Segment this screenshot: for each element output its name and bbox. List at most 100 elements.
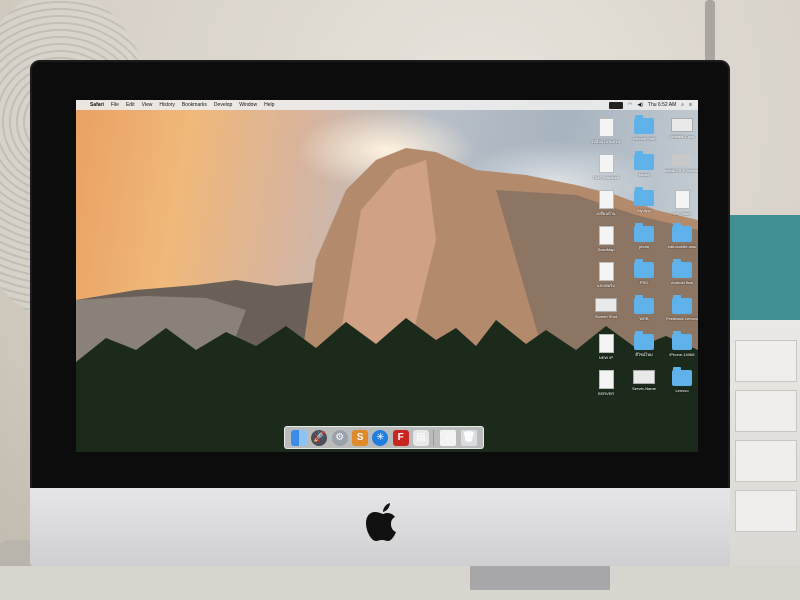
doc-icon xyxy=(674,190,690,209)
drawer-cabinet xyxy=(728,320,800,600)
folder-icon xyxy=(634,259,654,278)
menu-extras: ◠ ◀) Thu 6:52 AM ⌕ ≡ xyxy=(609,101,698,109)
folder-icon xyxy=(634,115,654,134)
desktop-icon-label: Install OS X Mavericks xyxy=(664,168,698,173)
shot-icon xyxy=(595,298,617,312)
menu-help[interactable]: Help xyxy=(264,102,274,108)
dock-finder-icon[interactable] xyxy=(291,429,308,446)
dock-sublime-icon[interactable]: S xyxy=(352,429,369,446)
volume-icon[interactable]: ◀) xyxy=(637,102,643,108)
desktop-icon-label: ดีไซน์ใหม่ xyxy=(635,352,653,357)
desktop-icon-folder[interactable]: My App xyxy=(626,187,662,213)
doc-icon xyxy=(598,370,614,389)
folder-icon xyxy=(634,295,654,314)
dock-separator xyxy=(433,429,435,446)
desktop-icon-shot[interactable]: Server-Name xyxy=(626,370,662,391)
desktop-screen: Safari File Edit View History Bookmarks … xyxy=(76,100,698,452)
dock-safari-icon[interactable]: ✳ xyxy=(372,429,389,446)
menu-view[interactable]: View xyxy=(142,102,153,108)
folder-icon xyxy=(634,331,654,350)
search-icon[interactable]: ⌕ xyxy=(681,102,684,108)
folder-icon xyxy=(672,367,692,386)
desktop-icon-doc[interactable]: SERVER xyxy=(588,370,624,396)
menu-app-name[interactable]: Safari xyxy=(90,102,104,108)
folder-icon xyxy=(672,331,692,350)
doc-icon xyxy=(598,118,614,137)
desktop-icon-folder[interactable]: WEB xyxy=(626,295,662,321)
menu-develop[interactable]: Develop xyxy=(214,102,232,108)
desktop-icon-label: Lenovo Stuff xyxy=(632,136,656,141)
dock-trash-icon[interactable]: 🗑 xyxy=(460,429,477,446)
desktop-icon-doc[interactable]: เปลี่ยนโปรแกรม xyxy=(588,118,624,144)
desktop-icon-label: Screen Shot xyxy=(594,314,617,319)
battery-icon[interactable] xyxy=(609,101,624,109)
desktop-icon-folder[interactable]: Android flow xyxy=(664,259,698,285)
imac-stand xyxy=(470,566,610,590)
dock-launchpad-icon[interactable]: 🚀 xyxy=(311,429,328,446)
menu-bookmarks[interactable]: Bookmarks xyxy=(182,102,207,108)
desktop-icon-label: Android flow xyxy=(670,280,693,285)
desktop-icon-folder[interactable]: iPhone-14068 xyxy=(664,331,698,357)
desktop-icon-label: เปลี่ยนบ้าน xyxy=(596,211,616,216)
desktop-icon-grid: เปลี่ยนโปรแกรม Lenovo Stuff Untitled-1.psd… xyxy=(588,115,698,408)
teal-box xyxy=(728,215,800,325)
desktop-icon-doc[interactable]: OS_Store xyxy=(664,190,698,216)
doc-icon xyxy=(598,226,614,245)
dock-prefs-icon[interactable]: ⚙ xyxy=(331,429,348,446)
desktop-icon-doc[interactable]: เปลี่ยนบ้าน xyxy=(588,190,624,216)
desktop-icon-dmg[interactable]: Install OS X Mavericks xyxy=(664,154,698,173)
desktop-icon-label: ScanMap xyxy=(597,247,615,252)
dock-preview-icon[interactable]: ▤ xyxy=(412,429,429,446)
drawer xyxy=(735,440,797,482)
desktop-icon-label: CMS Structure xyxy=(592,175,620,180)
menu-bar: Safari File Edit View History Bookmarks … xyxy=(76,100,698,110)
doc-icon xyxy=(598,190,614,209)
desktop-icon-label: SERVER xyxy=(597,391,615,396)
desktop-icon-label: WEB xyxy=(639,316,649,321)
desktop-icon-folder[interactable]: edit-bundle-mac xyxy=(664,223,698,249)
desktop-icon-folder[interactable]: photo xyxy=(626,223,662,249)
desktop-icon-folder[interactable]: ดีไซน์ใหม่ xyxy=(626,331,662,357)
desktop-icon-label: iPhone-14068 xyxy=(669,352,695,357)
desktop-icon-doc[interactable]: CMS Structure xyxy=(588,154,624,180)
folder-icon xyxy=(672,295,692,314)
folder-icon xyxy=(672,223,692,242)
dock-downloads-icon[interactable]: ↓ xyxy=(438,428,457,447)
drawer xyxy=(735,490,797,532)
menu-file[interactable]: File xyxy=(111,102,119,108)
desktop-icon-doc[interactable]: แบบฟอร์ม xyxy=(588,262,624,288)
desktop-icon-shot[interactable]: Screen Shot xyxy=(588,298,624,319)
folder-icon xyxy=(634,223,654,242)
shot-icon xyxy=(671,118,693,132)
menu-edit[interactable]: Edit xyxy=(126,102,135,108)
apple-logo-icon xyxy=(366,503,396,541)
folder-icon xyxy=(634,151,654,170)
wifi-icon[interactable]: ◠ xyxy=(628,102,632,108)
desktop-icon-doc[interactable]: NEW IP xyxy=(588,334,624,360)
desktop-icon-shot[interactable]: Untitled-1.psd xyxy=(664,118,698,139)
notification-center-icon[interactable]: ≡ xyxy=(689,102,692,108)
drawer xyxy=(735,340,797,382)
desktop-icon-label: Music xyxy=(638,172,650,177)
desktop-icon-label: photo xyxy=(638,244,649,249)
desktop-icon-folder[interactable]: Lenovo Stuff xyxy=(626,115,662,141)
desktop-icon-label: แบบฟอร์ม xyxy=(597,283,615,288)
menu-window[interactable]: Window xyxy=(239,102,257,108)
desktop-icon-doc[interactable]: ScanMap xyxy=(588,226,624,252)
desktop-icon-label: เปลี่ยนโปรแกรม xyxy=(591,139,621,144)
dock: 🚀 ⚙ S ✳ F ▤ ↓ 🗑 xyxy=(284,426,484,449)
menu-history[interactable]: History xyxy=(159,102,175,108)
doc-icon xyxy=(598,262,614,281)
desktop-icon-folder[interactable]: PSD xyxy=(626,259,662,285)
dock-filezilla-icon[interactable]: F xyxy=(392,429,409,446)
desktop-icon-label: Server-Name xyxy=(632,386,656,391)
folder-icon xyxy=(634,187,654,206)
desktop-icon-label: PSD xyxy=(639,280,649,285)
doc-icon xyxy=(598,154,614,173)
desktop-icon-label: edit-bundle-mac xyxy=(667,244,697,249)
desktop-icon-folder[interactable]: Feedback Lenovo xyxy=(664,295,698,321)
desktop-icon-folder[interactable]: Lenovo xyxy=(664,367,698,393)
desktop-icon-folder[interactable]: Music xyxy=(626,151,662,177)
menu-clock[interactable]: Thu 6:52 AM xyxy=(648,102,676,108)
desktop-icon-label: Feedback Lenovo xyxy=(666,316,698,321)
